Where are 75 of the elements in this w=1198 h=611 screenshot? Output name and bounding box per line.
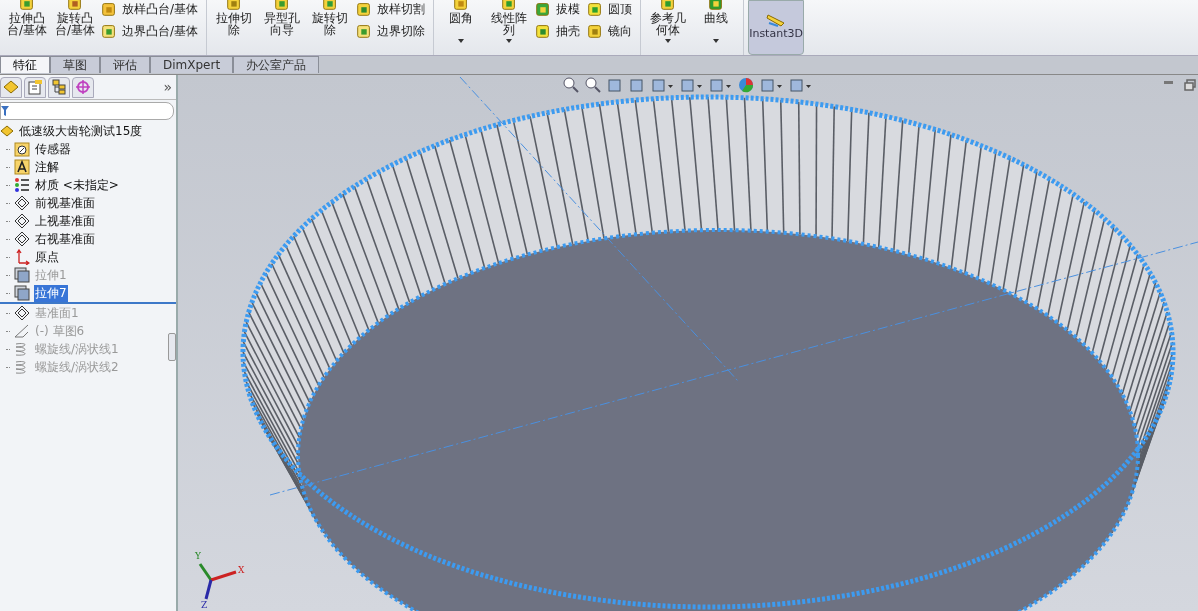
axis-label: Z [201,600,208,610]
tree-item[interactable]: 低速级大齿轮测试15度 [18,122,144,140]
ruler-icon [766,13,787,27]
ribbon-button[interactable]: 放样凸台/基体 [100,0,199,18]
dropdown-arrow-icon[interactable] [665,39,672,43]
ribbon-button[interactable]: 拉伸切除 [211,0,258,49]
extrude-icon [14,285,30,301]
part-icon [0,124,14,138]
ribbon-button[interactable]: 旋转凸台/基体 [52,0,98,49]
collapse-handle[interactable] [168,333,176,361]
sensor-folder-icon [14,141,30,157]
ribbon-button[interactable]: 异型孔向导 [259,0,306,49]
plane-icon [14,213,30,229]
ribbon-button[interactable]: 参考几何体 [645,0,692,49]
plane-icon [14,195,30,211]
property-manager-tab[interactable] [24,76,46,98]
ribbon-tab[interactable]: 特征 [0,56,50,73]
material-icon [14,177,30,193]
axis-label: Y [195,551,201,561]
extrude-icon [14,267,30,283]
zoom-to-fit-icon [563,77,579,93]
zoom-to-fit-button[interactable] [563,77,579,93]
expand-button[interactable]: » [163,79,172,95]
ribbon-tab[interactable]: 办公室产品 [233,56,320,73]
tree-item[interactable]: 上视基准面 [34,212,96,230]
tree-item[interactable]: 右视基准面 [34,230,96,248]
ribbon-button[interactable]: 旋转切除 [307,0,354,49]
tree-item[interactable]: 注解 [34,158,60,176]
dropdown-arrow-icon[interactable] [458,39,465,43]
ribbon-button[interactable]: 圆角 [438,0,485,49]
tree-item[interactable]: 传感器 [34,140,72,158]
sketch-icon [14,323,30,339]
dimxpert-tab[interactable] [72,76,94,98]
appearance-icon [738,77,754,93]
dropdown-arrow-icon[interactable] [506,39,513,43]
ribbon-button[interactable]: 圆顶 [586,0,633,18]
plane-icon [14,305,30,321]
origin-icon [14,249,30,265]
filter-icon [1,106,9,116]
ribbon-button[interactable]: 边界切除 [355,22,426,40]
ribbon-button[interactable]: 边界凸台/基体 [100,22,199,40]
axis-label: X [238,565,245,575]
minimize-icon[interactable] [1164,79,1174,85]
ribbon-tab[interactable]: 草图 [50,56,100,73]
ribbon-button[interactable]: 镜向 [586,22,633,40]
ribbon-button[interactable]: 曲线 [693,0,740,49]
feature-icon [100,22,118,40]
instant3d-button[interactable]: Instant3D [748,0,805,55]
coordinate-triad [198,563,237,600]
tree-item[interactable]: 原点 [34,248,60,266]
ribbon-button[interactable]: 拉伸凸台/基体 [4,0,50,49]
crosshair-icon [75,79,91,95]
filter-field[interactable] [0,102,174,120]
feature-icon [100,0,118,18]
tree-item[interactable]: 材质 <未指定> [34,176,120,194]
tree-item[interactable]: 拉伸7 [34,284,68,302]
ribbon-button[interactable]: 抽壳 [534,22,581,40]
ribbon-tab[interactable]: 评估 [100,56,150,73]
configuration-icon [51,79,67,95]
zoom-to-area-icon [585,77,601,93]
feature-manager-tab[interactable] [0,76,22,98]
configuration-manager-tab[interactable] [48,76,70,98]
ribbon-tab[interactable]: DimXpert [150,56,234,73]
ribbon-button[interactable]: 放样切割 [355,0,426,18]
appearance-button[interactable] [738,77,754,93]
tree-item[interactable]: 前视基准面 [34,194,96,212]
restore-icon[interactable] [1184,79,1196,91]
plane-icon [14,231,30,247]
ribbon-button[interactable]: 拔模 [534,0,581,18]
dropdown-arrow-icon[interactable] [713,39,720,43]
clipboard-icon [27,79,43,95]
annotation-icon [14,159,30,175]
zoom-to-area-button[interactable] [585,77,601,93]
ribbon-button[interactable]: 线性阵列 [486,0,533,49]
parts-icon [3,79,19,95]
